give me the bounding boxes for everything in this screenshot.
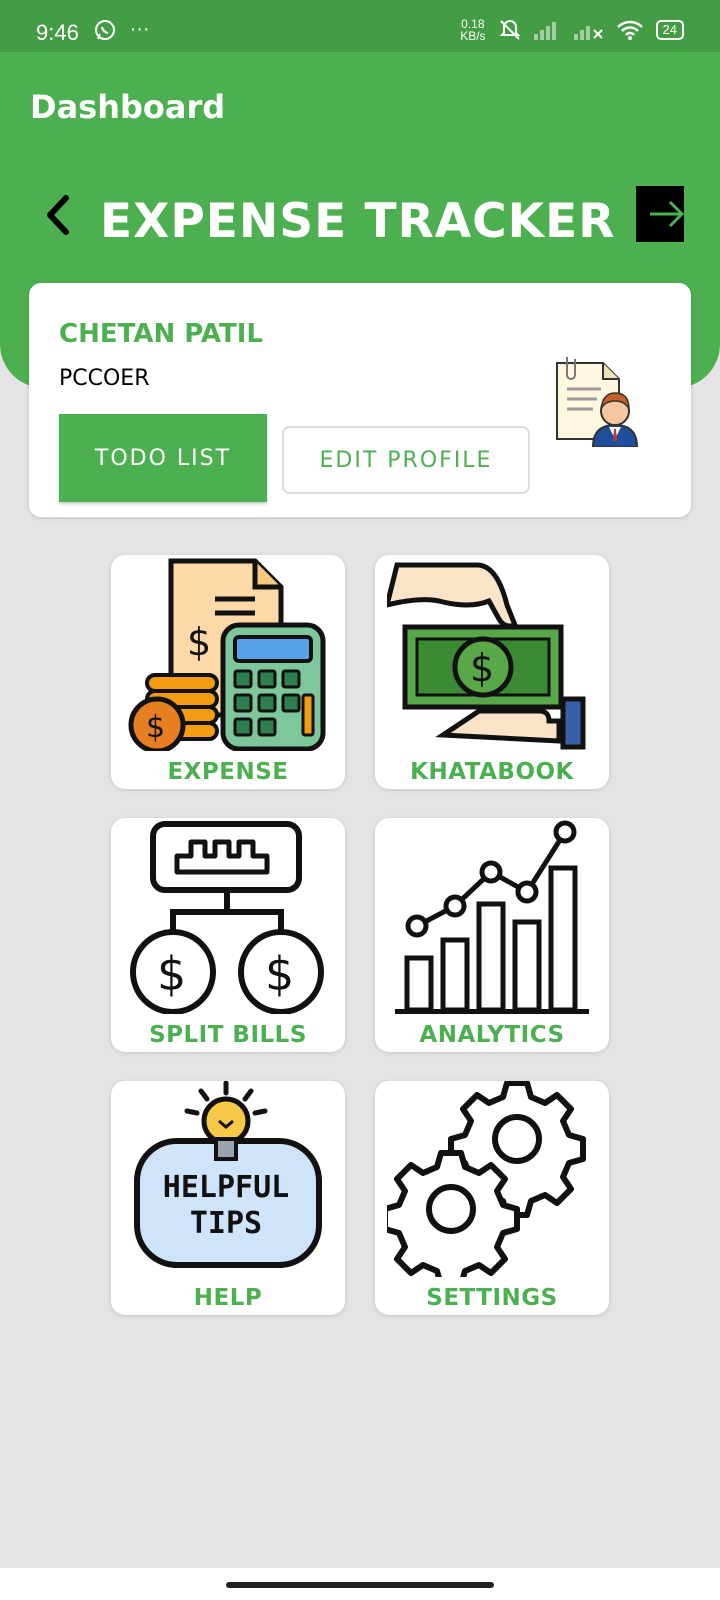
home-indicator[interactable]	[226, 1582, 494, 1588]
profile-document-icon	[556, 357, 639, 447]
battery-icon: 24	[655, 20, 684, 40]
helpful-text: HELPFUL	[163, 1170, 289, 1205]
split-bills-label: SPLIT BILLS	[149, 1022, 307, 1048]
tips-text: TIPS	[190, 1206, 262, 1241]
mute-icon	[499, 20, 520, 40]
net-speed-unit: KB/s	[460, 29, 486, 43]
money-exchange-icon: $	[387, 562, 586, 750]
status-time: 9:46	[36, 20, 79, 45]
logout-button[interactable]	[636, 186, 685, 242]
settings-label: SETTINGS	[426, 1285, 558, 1311]
helpful-tips-icon: HELPFUL TIPS	[134, 1081, 322, 1268]
header-title: EXPENSE TRACKER	[100, 194, 616, 249]
analytics-chart-icon	[395, 820, 589, 1014]
whatsapp-icon	[95, 19, 115, 40]
khatabook-label: KHATABOOK	[410, 759, 574, 785]
svg-text:$: $	[265, 947, 294, 1001]
expense-tile[interactable]: $ $ EXPENSE	[111, 555, 345, 789]
expense-calculator-icon: $ $	[128, 558, 326, 751]
more-icon: ···	[129, 18, 150, 40]
split-bills-icon: $ $	[130, 821, 324, 1014]
todo-list-button[interactable]: TODO LIST	[59, 414, 267, 502]
user-org: PCCOER	[59, 366, 150, 391]
edit-profile-button[interactable]: EDIT PROFILE	[282, 426, 530, 494]
settings-tile[interactable]: SETTINGS	[375, 1081, 609, 1315]
settings-gears-icon	[387, 1081, 586, 1277]
status-bar: 9:46 ··· 0.18 KB/s 24	[0, 0, 720, 52]
net-speed: 0.18 KB/s	[460, 18, 485, 42]
analytics-tile[interactable]: ANALYTICS	[375, 818, 609, 1052]
chevron-left-icon[interactable]	[40, 192, 76, 238]
expense-label: EXPENSE	[167, 759, 289, 785]
svg-text:$: $	[187, 620, 211, 664]
wifi-icon	[616, 20, 643, 40]
svg-text:$: $	[157, 947, 186, 1001]
app-bar-title: Dashboard	[30, 88, 226, 126]
user-name: CHETAN PATIL	[59, 319, 264, 349]
status-right: 0.18 KB/s 24	[460, 18, 684, 42]
status-left-icons: ···	[94, 18, 150, 41]
app-bar: Dashboard	[0, 52, 720, 156]
logout-icon	[650, 200, 685, 228]
svg-text:$: $	[470, 646, 494, 690]
signal-icon	[573, 26, 603, 40]
khatabook-tile[interactable]: $ KHATABOOK	[375, 555, 609, 789]
svg-text:$: $	[146, 710, 165, 745]
navigation-bar	[0, 1568, 720, 1600]
profile-card: CHETAN PATIL PCCOER TODO LIST EDIT PROFI…	[29, 283, 691, 517]
signal-icon	[533, 22, 556, 40]
help-label: HELP	[193, 1285, 263, 1311]
analytics-label: ANALYTICS	[419, 1022, 565, 1048]
help-tile[interactable]: HELPFUL TIPS HELP	[111, 1081, 345, 1315]
split-bills-tile[interactable]: $ $ SPLIT BILLS	[111, 818, 345, 1052]
